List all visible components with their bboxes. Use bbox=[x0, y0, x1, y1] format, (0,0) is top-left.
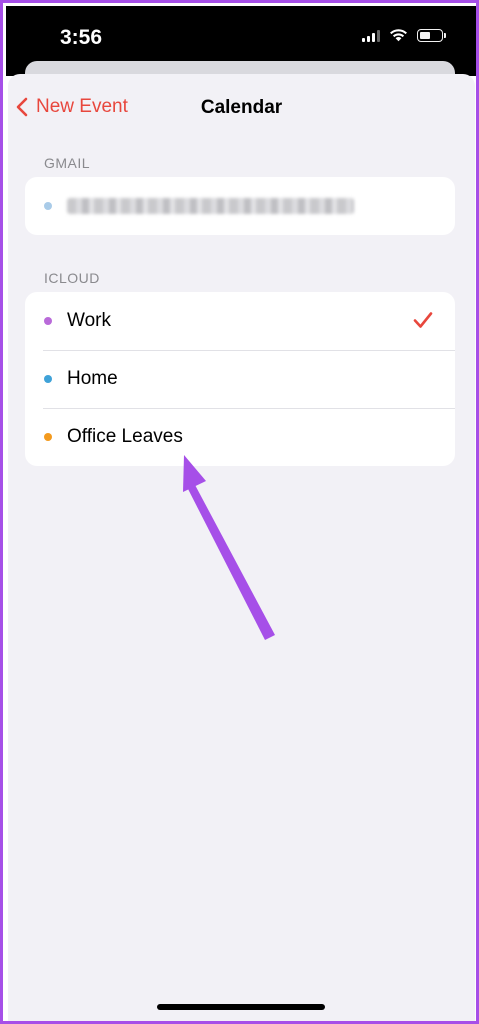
screenshot-frame: 3:56 New Event Calendar GMAIL ICLOUD Wor… bbox=[0, 0, 479, 1024]
annotation-arrow-icon bbox=[183, 455, 275, 640]
home-indicator bbox=[157, 1004, 325, 1010]
